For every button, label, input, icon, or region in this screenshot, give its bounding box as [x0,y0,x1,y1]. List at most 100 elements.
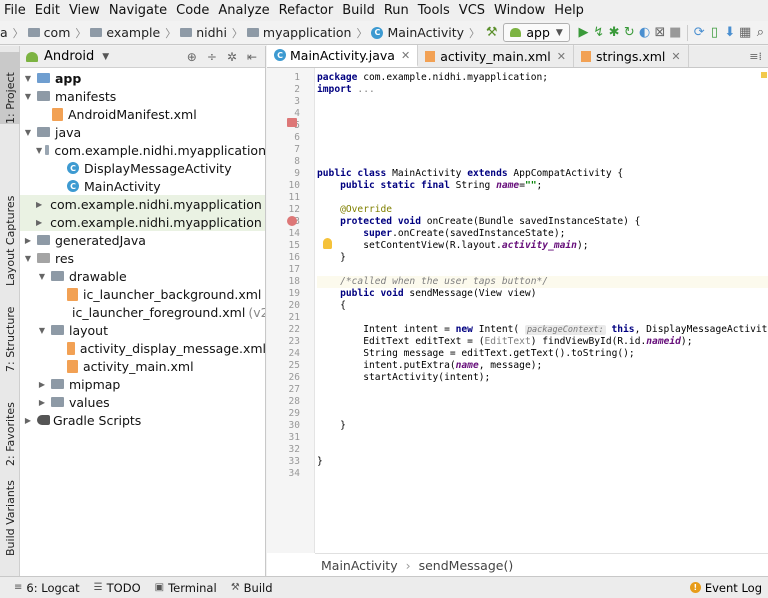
menu-build[interactable]: Build [342,3,375,18]
device-manager-icon[interactable]: ▯ [708,23,721,43]
tree-item-res[interactable]: ▼ res [20,249,265,267]
chevron-down-icon[interactable]: ▼ [36,146,42,155]
sync-scroll-icon[interactable]: ⊕ [187,50,197,64]
chevron-down-icon[interactable]: ▼ [36,326,48,335]
tree-item-java[interactable]: ▼ java [20,123,265,141]
nav-crumb-mainactivity[interactable]: C MainActivity 〉 [371,25,480,41]
tab-favorites[interactable]: 2: Favorites [0,396,20,466]
tab-activity-main-xml[interactable]: activity_main.xml ✕ [418,45,574,67]
close-icon[interactable]: ✕ [557,50,566,63]
tree-item-displaymessageactivity[interactable]: C DisplayMessageActivity [20,159,265,177]
chevron-right-icon[interactable]: ▶ [36,200,42,209]
close-icon[interactable]: ✕ [671,50,680,63]
event-log-tab[interactable]: ! Event Log [689,581,762,595]
tab-build-variants[interactable]: Build Variants [0,480,20,556]
code-area[interactable]: package com.example.nidhi.myapplication;… [317,68,768,553]
tree-item-manifests[interactable]: ▼ manifests [20,87,265,105]
project-view-selector[interactable]: Android [44,49,94,64]
chevron-down-icon[interactable]: ▼ [22,74,34,83]
tree-item-ic-launcher-background[interactable]: ic_launcher_background.xml [20,285,265,303]
hide-panel-icon[interactable]: ⇤ [247,50,257,64]
chevron-down-icon[interactable]: ▼ [22,92,34,101]
tab-mainactivity-java[interactable]: C MainActivity.java ✕ [267,45,419,67]
project-structure-icon[interactable]: ▦ [738,23,751,43]
nav-crumb-nidhi[interactable]: nidhi 〉 [180,25,243,41]
tree-item-package-androidtest[interactable]: ▶com.example.nidhi.myapplication(a [20,195,265,213]
tree-item-activity-display-message[interactable]: activity_display_message.xml [20,339,265,357]
override-marker-icon[interactable] [287,118,297,127]
run-icon[interactable]: ▶ [577,23,590,43]
terminal-tab[interactable]: ▣ Terminal [155,581,217,595]
tab-project[interactable]: 1: Project [0,52,20,124]
menu-code[interactable]: Code [176,3,209,18]
attach-debugger-icon[interactable]: ↻ [623,23,636,43]
chevron-down-icon[interactable]: ▼ [102,52,109,62]
tree-item-mipmap[interactable]: ▶ mipmap [20,375,265,393]
tree-item-package-test[interactable]: ▶com.example.nidhi.myapplication(t [20,213,265,231]
override-marker-icon[interactable] [287,216,297,226]
menu-refactor[interactable]: Refactor [279,3,334,18]
tree-item-mainactivity[interactable]: C MainActivity [20,177,265,195]
menu-tools[interactable]: Tools [418,3,450,18]
make-project-icon[interactable]: ⚒ [485,23,498,43]
menu-window[interactable]: Window [494,3,545,18]
menu-run[interactable]: Run [384,3,409,18]
attach-icon[interactable]: ⊠ [653,23,666,43]
tree-item-androidmanifest[interactable]: AndroidManifest.xml [20,105,265,123]
tab-strings-xml[interactable]: strings.xml ✕ [574,45,689,67]
todo-tab[interactable]: ☰ TODO [94,581,141,595]
class-icon: C [67,180,79,192]
chevron-down-icon[interactable]: ▼ [36,272,48,281]
tree-item-package-main[interactable]: ▼ com.example.nidhi.myapplication [20,141,265,159]
sync-gradle-icon[interactable]: ⟳ [693,23,706,43]
chevron-down-icon[interactable]: ▼ [22,254,34,263]
close-icon[interactable]: ✕ [401,49,410,62]
tree-item-app[interactable]: ▼ app [20,69,265,87]
run-configuration-dropdown[interactable]: app ▼ [503,23,570,42]
tab-structure[interactable]: 7: Structure [0,304,20,372]
chevron-right-icon[interactable]: ▶ [22,416,34,425]
breadcrumb-method[interactable]: sendMessage() [419,558,514,573]
menu-edit[interactable]: Edit [35,3,60,18]
tree-item-values[interactable]: ▶ values [20,393,265,411]
nav-crumb-myapplication[interactable]: myapplication 〉 [246,25,367,41]
chevron-right-icon[interactable]: ▶ [36,398,48,407]
tree-item-gradle-scripts[interactable]: ▶ Gradle Scripts [20,411,265,429]
logcat-tab[interactable]: ≡ 6: Logcat [14,581,80,595]
line-number: 25 [288,360,300,371]
menu-file[interactable]: File [4,3,26,18]
tree-item-layout[interactable]: ▼ layout [20,321,265,339]
event-log-icon: ! [689,582,701,593]
chevron-right-icon[interactable]: ▶ [36,380,48,389]
chevron-down-icon[interactable]: ▼ [22,128,34,137]
menu-analyze[interactable]: Analyze [218,3,269,18]
line-number: 26 [288,372,300,383]
nav-crumb-example[interactable]: example 〉 [90,25,176,41]
tree-item-drawable[interactable]: ▼ drawable [20,267,265,285]
menu-help[interactable]: Help [554,3,584,18]
chevron-right-icon[interactable]: ▶ [22,236,34,245]
line-number: 1 [294,72,300,83]
tab-layout-captures[interactable]: Layout Captures [0,194,20,286]
tab-list-icon[interactable]: ≡⁞ [749,50,768,63]
warning-marker[interactable] [761,72,767,78]
nav-crumb-com[interactable]: com 〉 [27,25,86,41]
nav-crumb-a[interactable]: a 〉 [0,25,24,41]
profile-icon[interactable]: ◐ [638,23,651,43]
tree-item-ic-launcher-foreground[interactable]: ic_launcher_foreground.xml(v24 [20,303,265,321]
apply-changes-icon[interactable]: ↯ [592,23,605,43]
stop-icon[interactable]: ■ [669,23,682,43]
menu-view[interactable]: View [69,3,100,18]
menu-vcs[interactable]: VCS [459,3,485,18]
tree-item-generatedjava[interactable]: ▶ generatedJava [20,231,265,249]
chevron-right-icon[interactable]: ▶ [36,218,42,227]
breadcrumb-class[interactable]: MainActivity [321,558,398,573]
search-icon[interactable]: ⌕ [754,23,767,43]
menu-navigate[interactable]: Navigate [109,3,167,18]
sdk-manager-icon[interactable]: ⬇ [723,23,736,43]
build-tab[interactable]: ⚒ Build [231,581,273,595]
debug-icon[interactable]: ✱ [607,23,620,43]
gear-icon[interactable]: ✲ [227,50,237,64]
tree-item-activity-main[interactable]: activity_main.xml [20,357,265,375]
collapse-all-icon[interactable]: ÷ [207,50,217,64]
